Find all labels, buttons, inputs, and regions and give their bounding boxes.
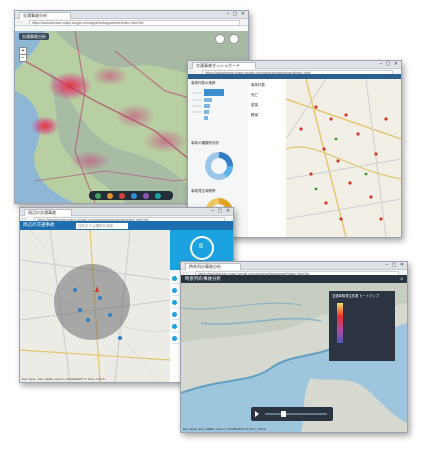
- list-item[interactable]: 重傷: [251, 103, 258, 108]
- list-item[interactable]: 軽傷: [251, 113, 258, 118]
- time-slider[interactable]: [251, 407, 333, 421]
- info-icon: [172, 276, 177, 281]
- zoom-out-button[interactable]: −: [19, 54, 27, 62]
- tab-title: 交通事故ダッシュボード: [196, 63, 240, 68]
- tab-title: 交通事故分析: [23, 13, 47, 18]
- layers-icon[interactable]: [95, 192, 101, 199]
- tab-bar: 時系列の事故分析 – ▢ ✕: [181, 262, 407, 270]
- slider-track[interactable]: [265, 413, 327, 415]
- search-icon[interactable]: [155, 192, 161, 199]
- menu-icon[interactable]: ≡: [400, 276, 403, 281]
- legend-panel: 交通事故発生件数 ヒートマップ: [329, 291, 395, 361]
- app-title: 交通事故分析: [19, 33, 49, 40]
- window-controls[interactable]: – ▢ ✕: [386, 263, 405, 268]
- app-header: 周辺の交通事故 住所または場所を検索: [20, 221, 233, 230]
- home-icon[interactable]: [215, 34, 225, 44]
- panel-title-time: 事故発生時間帯: [191, 189, 216, 193]
- address-bar: ‹ › https://tsubakimoto.maps.arcgis.com/…: [15, 19, 248, 26]
- buffer-circle: [54, 264, 130, 340]
- list-item[interactable]: 事故件数: [251, 83, 265, 88]
- info-icon: [172, 288, 177, 293]
- play-button[interactable]: [255, 411, 259, 417]
- legend-icon[interactable]: [107, 192, 113, 199]
- info-icon: [172, 336, 177, 341]
- info-icon: [172, 300, 177, 305]
- tab-title: 時系列の事故分析: [189, 264, 221, 269]
- legend-title: 交通事故発生件数 ヒートマップ: [332, 294, 380, 298]
- browser-tab[interactable]: 交通事故ダッシュボード: [192, 62, 256, 69]
- browser-tab[interactable]: 交通事故分析: [19, 12, 71, 19]
- result-count: 8: [199, 243, 203, 250]
- info-icon: [172, 312, 177, 317]
- window-controls[interactable]: – ▢ ✕: [380, 62, 399, 67]
- app-title: 周辺の交通事故: [23, 222, 55, 227]
- share-icon[interactable]: [143, 192, 149, 199]
- browser-tab[interactable]: 周辺の交通事故: [24, 209, 72, 216]
- browser-tab[interactable]: 時系列の事故分析: [185, 263, 241, 270]
- road-map-svg: [286, 79, 401, 237]
- trend-bar-chart: [192, 89, 224, 120]
- slider-thumb[interactable]: [281, 411, 286, 417]
- type-donut-chart: [205, 152, 233, 180]
- info-icon: [172, 324, 177, 329]
- dashboard-map[interactable]: [286, 79, 401, 237]
- tab-title: 周辺の交通事故: [28, 210, 56, 215]
- print-icon[interactable]: [131, 192, 137, 199]
- list-item[interactable]: 死亡: [251, 93, 258, 98]
- widget-toolbar: [89, 191, 173, 200]
- search-input[interactable]: 住所または場所を検索: [76, 222, 128, 229]
- timeline-map[interactable]: 交通事故発生件数 ヒートマップ Esri Japan, Esri, HERE, …: [181, 283, 407, 432]
- url-field[interactable]: https://tsubakimoto.maps.arcgis.com/apps…: [29, 20, 240, 26]
- attribution: Esri Japan, Esri, HERE, Garmin, INCREMEN…: [22, 377, 105, 381]
- window-controls[interactable]: – ▢ ✕: [212, 209, 231, 214]
- legend-ramp: [337, 303, 343, 343]
- dashboard-list-panel: 事故件数 死亡 重傷 軽傷: [248, 79, 287, 237]
- buffer-map-svg: [20, 230, 170, 382]
- panel-title-trend: 事故件数の推移: [191, 81, 216, 85]
- tab-bar: 交通事故分析 – ▢ ✕: [15, 11, 248, 19]
- timeline-window: 時系列の事故分析 – ▢ ✕ ‹ › https://tsubakimoto.m…: [180, 261, 408, 433]
- tab-bar: 交通事故ダッシュボード – ▢ ✕: [188, 61, 401, 69]
- tab-bar: 周辺の交通事故 – ▢ ✕: [20, 208, 233, 216]
- app-header: 時系列の事故分析 ≡: [181, 275, 407, 283]
- app-title: 時系列の事故分析: [185, 276, 221, 281]
- window-controls[interactable]: – ▢ ✕: [227, 12, 246, 17]
- buffer-map[interactable]: Esri Japan, Esri, HERE, Garmin, INCREMEN…: [20, 230, 170, 382]
- attribution: Esri Japan, Esri, HERE, Garmin, INCREMEN…: [183, 427, 266, 431]
- locate-icon[interactable]: [229, 34, 239, 44]
- panel-title-type: 事故の種類別内訳: [191, 141, 219, 145]
- basemap-icon[interactable]: [119, 192, 125, 199]
- back-icon[interactable]: ‹ ›: [17, 20, 21, 24]
